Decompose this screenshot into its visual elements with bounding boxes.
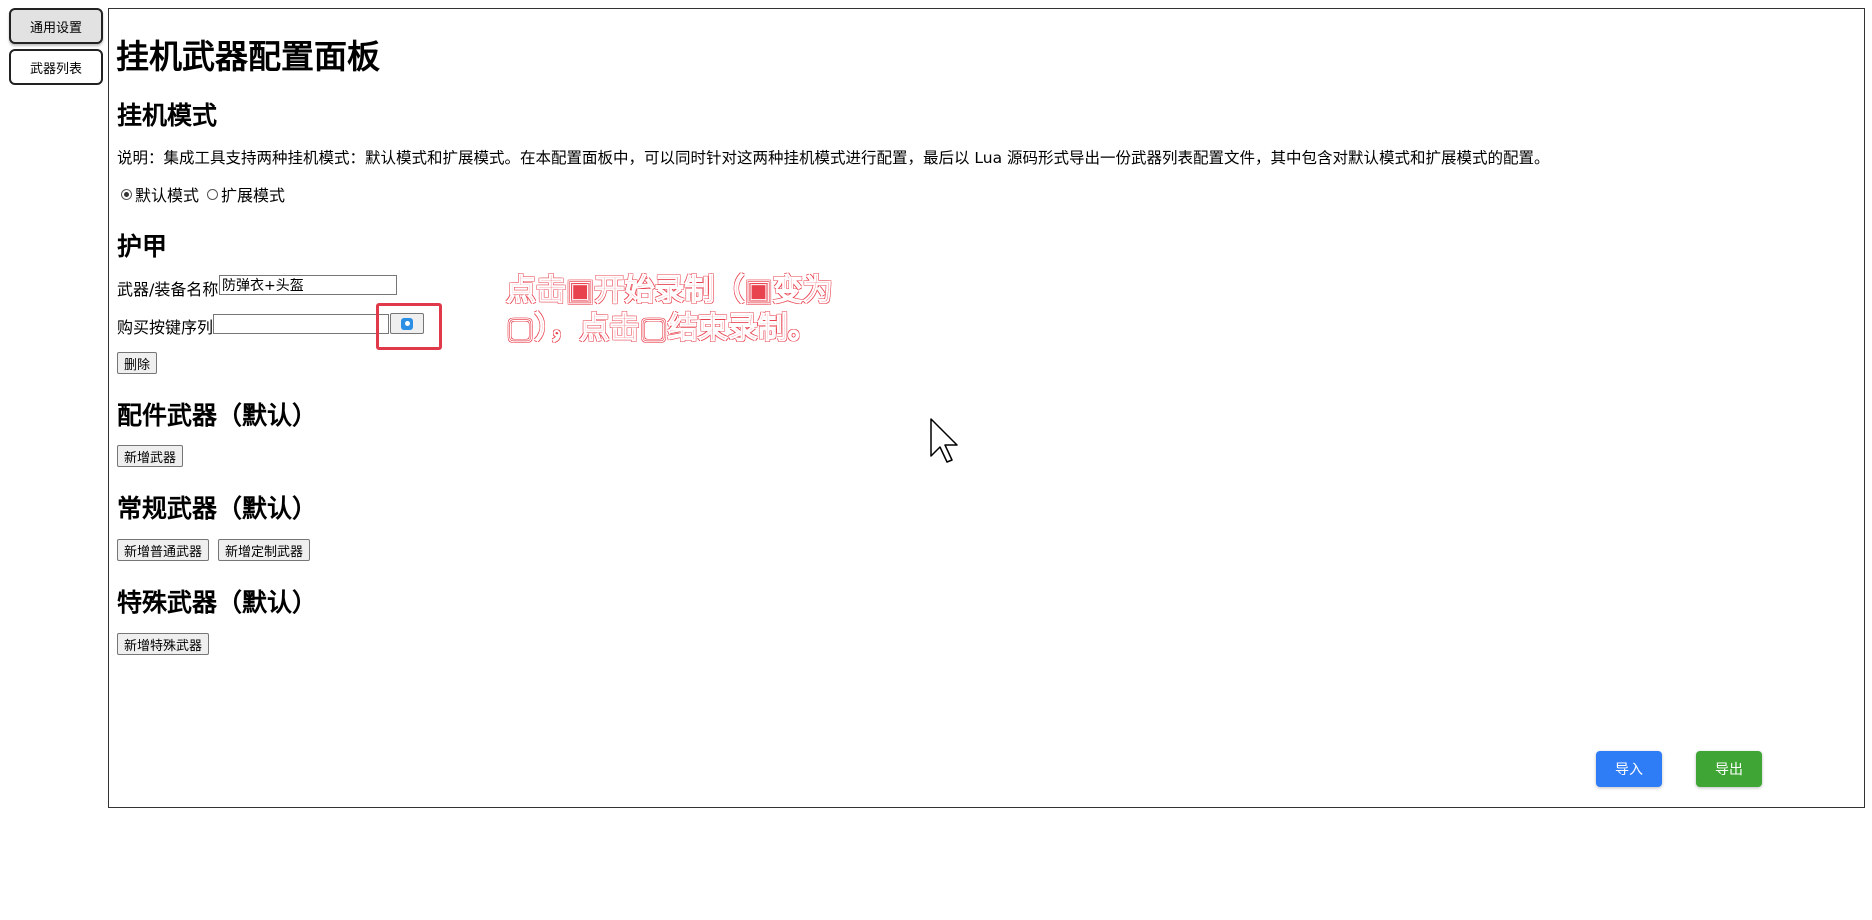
import-button[interactable]: 导入: [1596, 751, 1662, 787]
armor-heading: 护甲: [117, 232, 168, 261]
extended-mode-label[interactable]: 扩展模式: [221, 182, 285, 206]
regular-weapons-heading: 常规武器（默认）: [117, 494, 318, 523]
tab-weapon-list[interactable]: 武器列表: [9, 49, 103, 85]
add-special-weapon-button[interactable]: 新增特殊武器: [117, 633, 210, 655]
mode-radio-group: 默认模式 扩展模式: [121, 182, 285, 206]
key-sequence-label: 购买按键序列: [117, 318, 214, 337]
add-weapon-button[interactable]: 新增武器: [117, 445, 184, 467]
add-normal-weapon-button[interactable]: 新增普通武器: [117, 539, 210, 561]
record-button-highlight: [376, 303, 442, 350]
key-sequence-input[interactable]: [213, 314, 389, 334]
page-title: 挂机武器配置面板: [116, 37, 380, 76]
mode-heading: 挂机模式: [117, 101, 218, 130]
equipment-name-input[interactable]: [219, 275, 397, 295]
tab-general-settings[interactable]: 通用设置: [9, 8, 103, 44]
recording-annotation: 点击▣开始录制（▣变为 ▢），点击▢结束录制。: [506, 272, 886, 348]
mode-description: 说明：集成工具支持两种挂机模式：默认模式和扩展模式。在本配置面板中，可以同时针对…: [117, 149, 1550, 167]
add-custom-weapon-button[interactable]: 新增定制武器: [218, 539, 311, 561]
default-mode-label[interactable]: 默认模式: [135, 182, 199, 206]
attachment-weapons-heading: 配件武器（默认）: [117, 401, 318, 430]
equipment-name-label: 武器/装备名称: [117, 280, 219, 299]
delete-button[interactable]: 删除: [117, 352, 158, 374]
default-mode-radio[interactable]: [121, 188, 132, 200]
mouse-cursor-icon: [930, 418, 958, 463]
special-weapons-heading: 特殊武器（默认）: [117, 588, 318, 617]
annotation-line-2: ▢），点击▢结束录制。: [506, 311, 819, 347]
annotation-line-1: 点击▣开始录制（▣变为: [506, 273, 834, 309]
extended-mode-radio[interactable]: [207, 188, 219, 200]
export-button[interactable]: 导出: [1696, 751, 1762, 787]
config-panel: [108, 8, 1865, 808]
